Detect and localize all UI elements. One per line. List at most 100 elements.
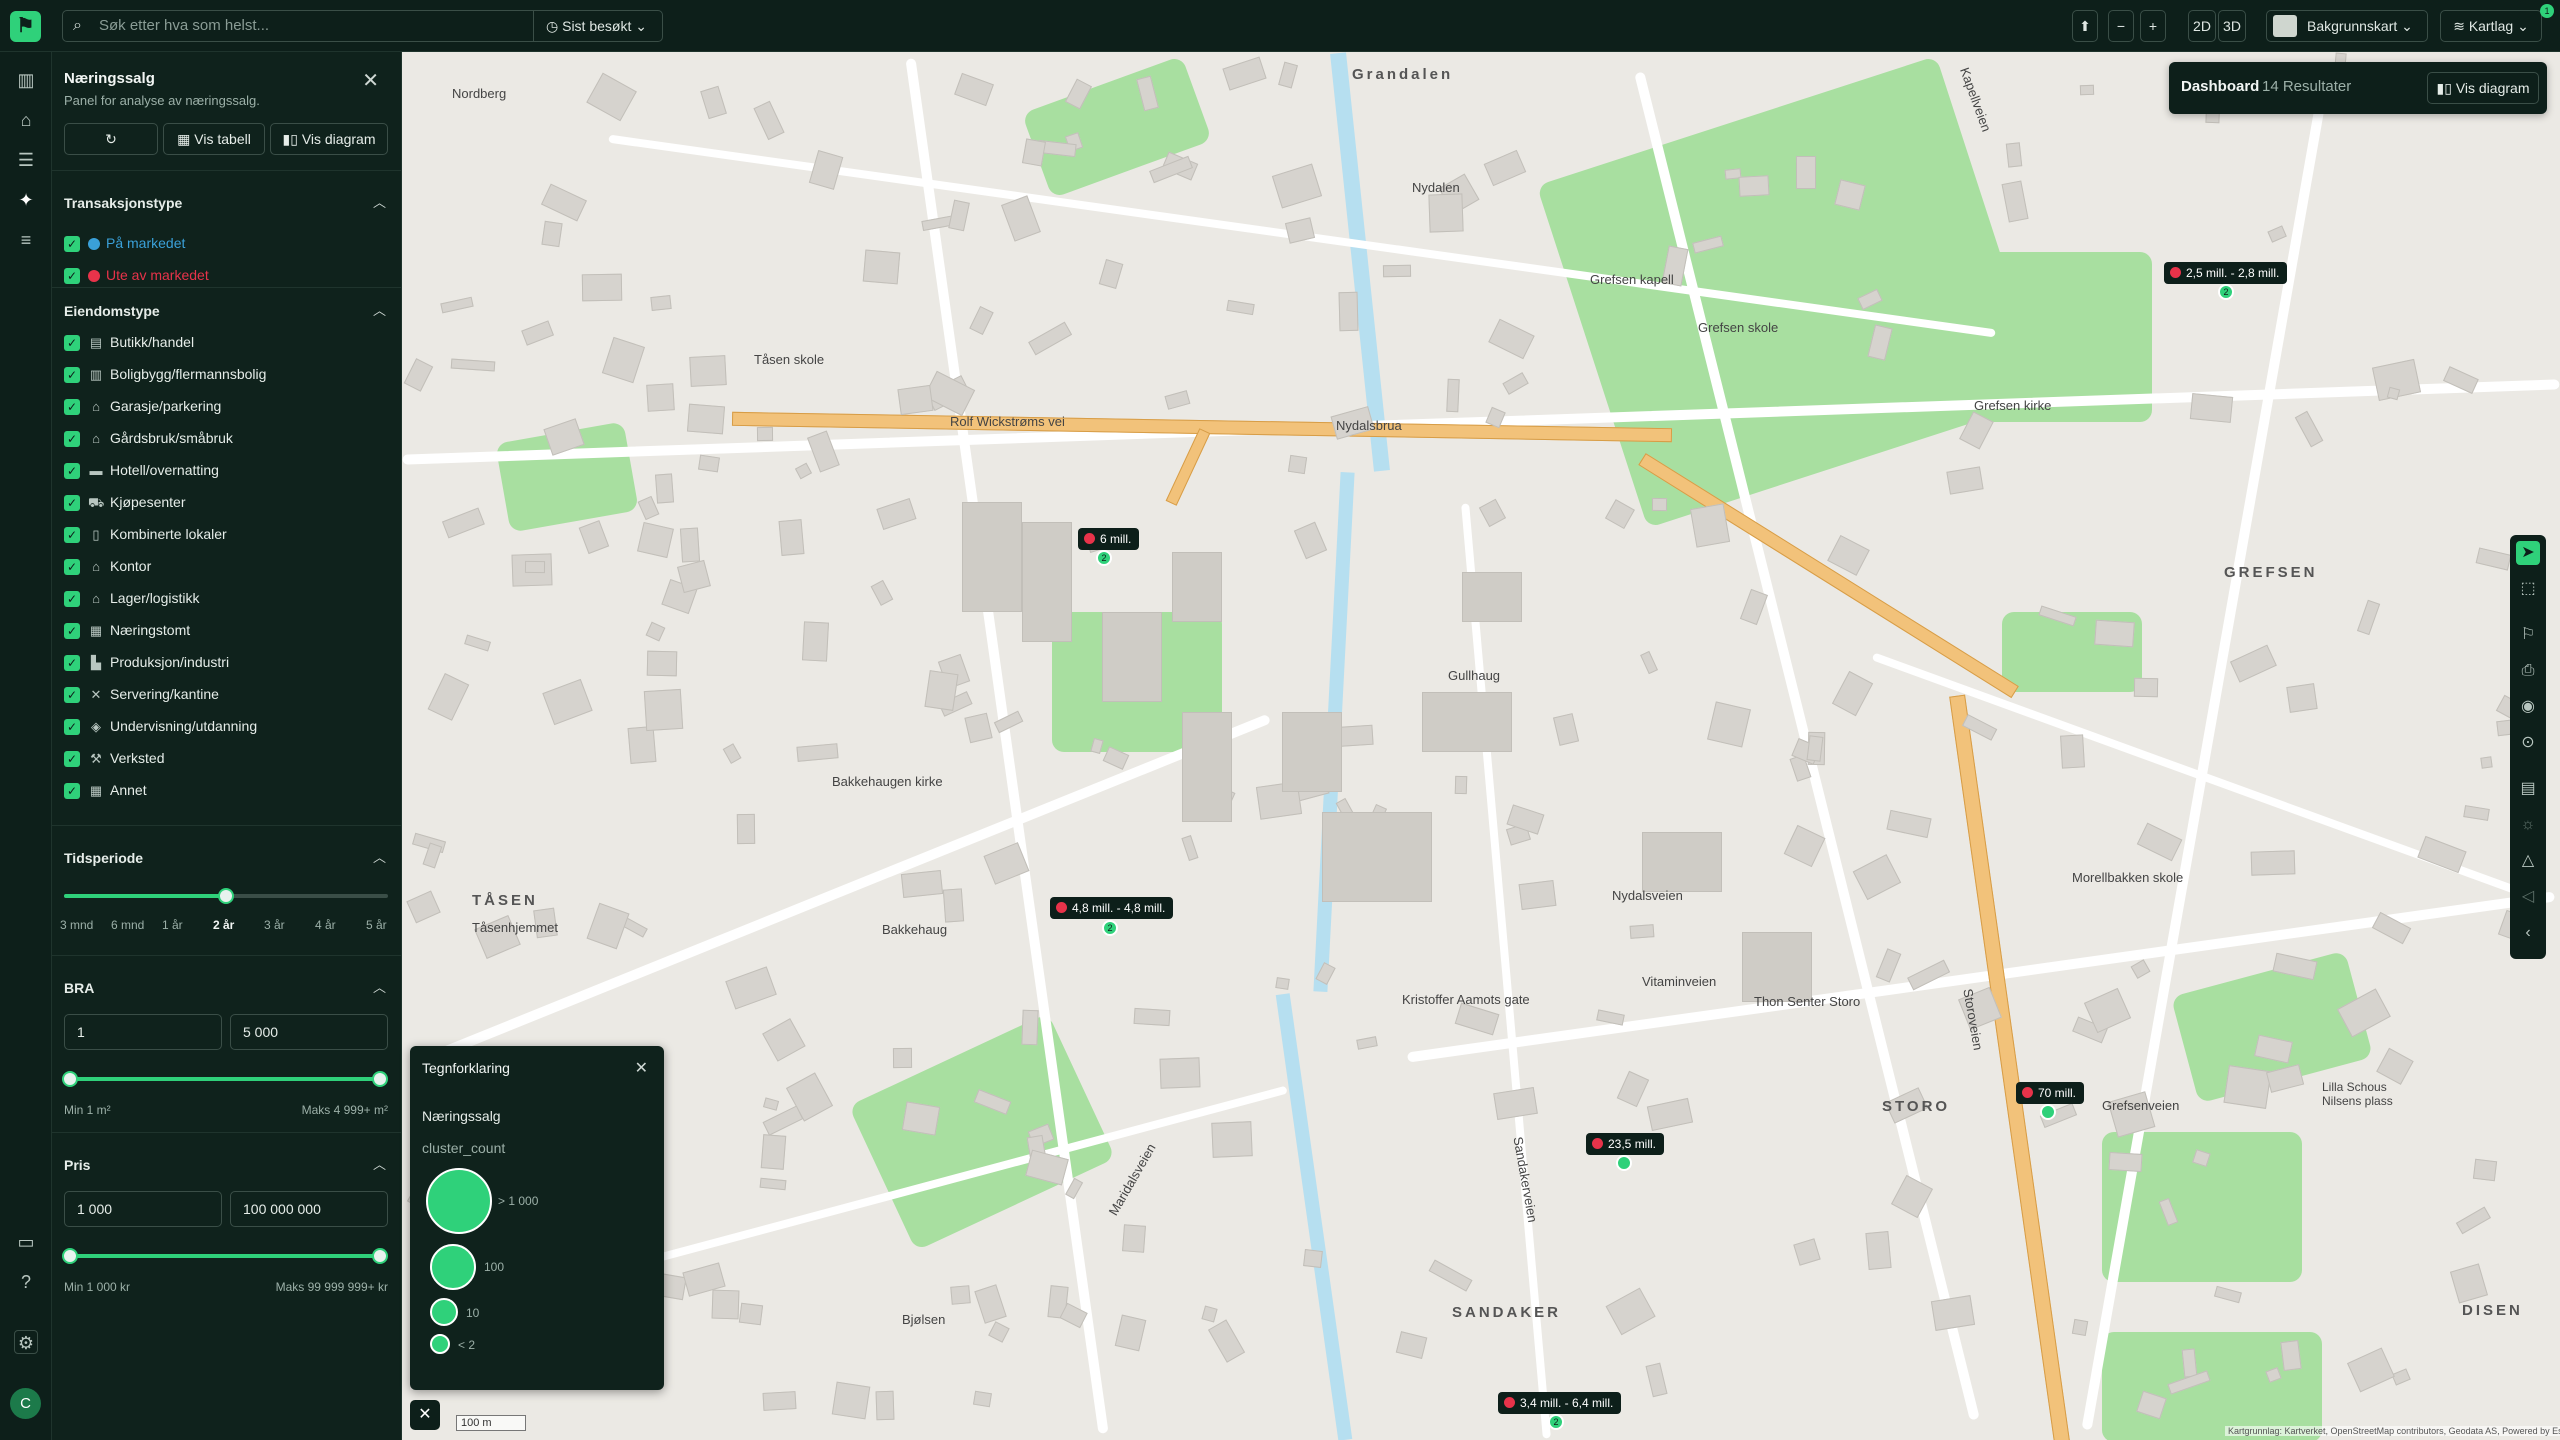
show-table-button[interactable]: ▦ Vis tabell: [163, 123, 265, 155]
analytics-icon[interactable]: ✦: [14, 188, 38, 212]
checkbox[interactable]: ✓: [64, 527, 80, 544]
help-icon[interactable]: ?: [14, 1270, 38, 1294]
cluster-marker[interactable]: 2: [1548, 1414, 1564, 1430]
period-tick[interactable]: 4 år: [315, 918, 336, 932]
property-item[interactable]: ✓ ⌂ Gårdsbruk/småbruk: [64, 426, 233, 450]
close-icon[interactable]: ✕: [362, 68, 379, 93]
property-item[interactable]: ✓ ▦ Annet: [64, 778, 147, 802]
checkbox[interactable]: ✓: [64, 591, 80, 608]
layers-button[interactable]: ≋ Kartlag ⌄: [2440, 10, 2542, 42]
bookmark-icon[interactable]: ⚐: [2516, 623, 2540, 647]
price-min-handle[interactable]: [62, 1248, 78, 1264]
view-2d-button[interactable]: 2D: [2188, 10, 2216, 42]
checkbox[interactable]: ✓: [64, 268, 80, 285]
property-item[interactable]: ✓ ⌂ Lager/logistikk: [64, 586, 200, 610]
property-item[interactable]: ✓ ▯ Kombinerte lokaler: [64, 522, 227, 546]
price-tag[interactable]: 23,5 mill.: [1586, 1133, 1665, 1155]
price-max-handle[interactable]: [372, 1248, 388, 1264]
property-item[interactable]: ✓ ✕ Servering/kantine: [64, 682, 219, 706]
checkbox[interactable]: ✓: [64, 367, 80, 384]
navigate-icon[interactable]: ◁: [2516, 885, 2540, 909]
price-range-track[interactable]: [70, 1254, 382, 1258]
checkbox[interactable]: ✓: [64, 623, 80, 640]
price-min-input[interactable]: 1 000: [64, 1191, 222, 1227]
zoom-out-button[interactable]: −: [2108, 10, 2134, 42]
transaction-on-market[interactable]: ✓ På markedet: [64, 231, 185, 255]
property-item[interactable]: ✓ ◈ Undervisning/utdanning: [64, 714, 257, 738]
period-tick[interactable]: 3 mnd: [60, 918, 93, 932]
property-item[interactable]: ✓ ⛟ Kjøpesenter: [64, 490, 185, 514]
price-tag[interactable]: 70 mill.: [2016, 1082, 2085, 1104]
bra-min-input[interactable]: 1: [64, 1014, 222, 1050]
map-canvas[interactable]: Grandalen GREFSEN TÅSEN SANDAKER STORO D…: [402, 52, 2560, 1440]
select-cursor-icon[interactable]: ➤: [2516, 541, 2540, 565]
checkbox[interactable]: ✓: [64, 431, 80, 448]
checkbox[interactable]: ✓: [64, 559, 80, 576]
property-item[interactable]: ✓ ▦ Næringstomt: [64, 618, 190, 642]
layer-stack-icon[interactable]: ▤: [2516, 777, 2540, 801]
box-select-icon[interactable]: ⬚: [2516, 577, 2540, 601]
cluster-marker[interactable]: [1616, 1155, 1632, 1171]
cluster-marker[interactable]: [2040, 1104, 2056, 1120]
cluster-marker[interactable]: 2: [1102, 920, 1118, 936]
bra-max-input[interactable]: 5 000: [230, 1014, 388, 1050]
camera-icon[interactable]: ◉: [2516, 695, 2540, 719]
basemap-selector[interactable]: Bakgrunnskart ⌄: [2266, 10, 2428, 42]
period-slider-handle[interactable]: [218, 888, 234, 904]
list-icon[interactable]: ☰: [14, 148, 38, 172]
period-tick[interactable]: 5 år: [366, 918, 387, 932]
checkbox[interactable]: ✓: [64, 687, 80, 704]
chevron-up-icon[interactable]: ︿: [373, 1145, 386, 1185]
period-tick[interactable]: 2 år: [213, 918, 234, 932]
property-item[interactable]: ✓ ▤ Butikk/handel: [64, 330, 194, 354]
reset-button[interactable]: ↻: [64, 123, 158, 155]
checkbox[interactable]: ✓: [64, 399, 80, 416]
chevron-up-icon[interactable]: ︿: [373, 183, 386, 223]
collapse-icon[interactable]: ‹: [2516, 921, 2540, 945]
checkbox[interactable]: ✓: [64, 655, 80, 672]
property-item[interactable]: ✓ ⚒ Verksted: [64, 746, 164, 770]
close-icon[interactable]: ✕: [410, 1400, 440, 1430]
filter-icon[interactable]: ≡: [14, 228, 38, 252]
search-input[interactable]: ⌕ Søk etter hva som helst...: [62, 10, 534, 42]
transaction-off-market[interactable]: ✓ Ute av markedet: [64, 263, 209, 287]
compass-button[interactable]: ⬆: [2072, 10, 2098, 42]
period-tick[interactable]: 1 år: [162, 918, 183, 932]
price-tag[interactable]: 6 mill.: [1078, 528, 1140, 550]
dashboard-diagram-button[interactable]: ▮▯ Vis diagram: [2427, 72, 2539, 104]
bra-min-handle[interactable]: [62, 1071, 78, 1087]
price-tag[interactable]: 3,4 mill. - 6,4 mill.: [1498, 1392, 1622, 1414]
checkbox[interactable]: ✓: [64, 335, 80, 352]
locate-icon[interactable]: ⊙: [2516, 731, 2540, 755]
chevron-up-icon[interactable]: ︿: [373, 838, 386, 878]
property-item[interactable]: ✓ ⌂ Garasje/parkering: [64, 394, 221, 418]
chevron-up-icon[interactable]: ︿: [373, 968, 386, 1008]
app-logo-icon[interactable]: ⚑: [10, 11, 41, 42]
zoom-in-button[interactable]: +: [2140, 10, 2166, 42]
property-item[interactable]: ✓ ▬ Hotell/overnatting: [64, 458, 219, 482]
print-icon[interactable]: ⎙: [2516, 659, 2540, 683]
price-tag[interactable]: 4,8 mill. - 4,8 mill.: [1050, 897, 1174, 919]
avatar[interactable]: C: [10, 1388, 41, 1419]
bra-range-track[interactable]: [70, 1077, 382, 1081]
map-icon[interactable]: ▥: [14, 68, 38, 92]
measure-icon[interactable]: △: [2516, 849, 2540, 873]
checkbox[interactable]: ✓: [64, 783, 80, 800]
tag-icon[interactable]: ⌂: [14, 108, 38, 132]
bra-max-handle[interactable]: [372, 1071, 388, 1087]
legend-close-icon[interactable]: ✕: [635, 1058, 648, 1078]
checkbox[interactable]: ✓: [64, 751, 80, 768]
period-tick[interactable]: 3 år: [264, 918, 285, 932]
settings-icon[interactable]: ⚙: [14, 1330, 38, 1354]
view-3d-button[interactable]: 3D: [2218, 10, 2246, 42]
notification-badge[interactable]: 1: [2540, 4, 2554, 18]
property-item[interactable]: ✓ ⌂ Kontor: [64, 554, 151, 578]
recent-dropdown[interactable]: ◷ Sist besøkt ⌄: [533, 10, 663, 42]
period-tick[interactable]: 6 mnd: [111, 918, 144, 932]
chat-icon[interactable]: ▭: [14, 1230, 38, 1254]
property-item[interactable]: ✓ ▙ Produksjon/industri: [64, 650, 229, 674]
price-max-input[interactable]: 100 000 000: [230, 1191, 388, 1227]
cluster-marker[interactable]: 2: [1096, 550, 1112, 566]
checkbox[interactable]: ✓: [64, 463, 80, 480]
checkbox[interactable]: ✓: [64, 495, 80, 512]
